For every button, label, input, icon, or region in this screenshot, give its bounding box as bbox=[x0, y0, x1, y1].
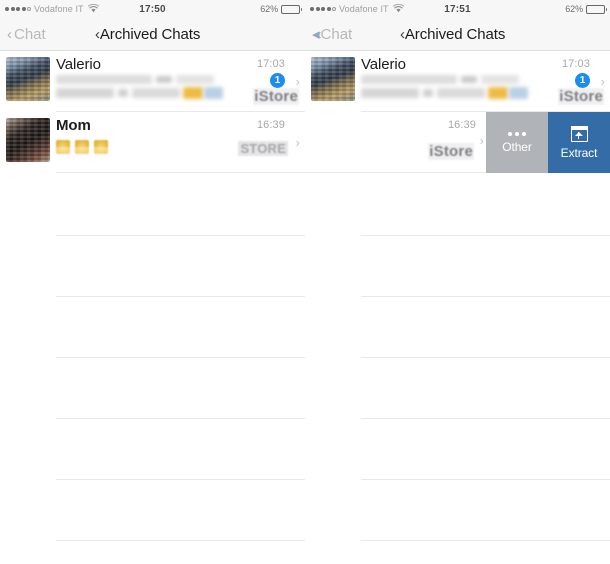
chat-row-valerio[interactable]: Valerio 17:03 1 › iStore bbox=[305, 51, 610, 112]
archived-chats-list-left[interactable]: Valerio 17:03 1 › iStore Mom 16:39 › STO… bbox=[0, 51, 305, 564]
list-separator bbox=[361, 540, 610, 541]
unarchive-box-icon bbox=[570, 126, 588, 142]
message-preview-emoji bbox=[56, 140, 108, 154]
other-action-button[interactable]: Other bbox=[486, 112, 548, 173]
chevron-left-double-icon: ◂‹ bbox=[312, 25, 321, 43]
unread-badge: 1 bbox=[575, 73, 590, 88]
signal-strength-icon bbox=[5, 7, 31, 11]
back-button-label: Chat bbox=[320, 25, 353, 43]
chat-row-mom[interactable]: Mom 16:39 › STORE bbox=[0, 112, 305, 173]
carrier-label: Vodafone IT bbox=[339, 4, 389, 14]
list-separator bbox=[361, 235, 610, 236]
nav-bar-right: ◂‹ Chat ‹Archived Chats bbox=[305, 18, 610, 51]
list-separator bbox=[361, 357, 610, 358]
chat-row-content: Valerio 17:03 1 › iStore bbox=[56, 51, 305, 112]
watermark: STORE bbox=[238, 141, 288, 156]
chat-timestamp: 16:39 bbox=[256, 119, 285, 131]
list-separator bbox=[56, 296, 305, 297]
chat-timestamp: 16:39 bbox=[447, 119, 476, 131]
screen-right: Vodafone IT 17:51 62% ◂‹ Chat ‹Archived … bbox=[305, 0, 610, 564]
page-title-label: Archived Chats bbox=[404, 25, 506, 43]
page-title: ‹Archived Chats bbox=[400, 26, 505, 43]
chevron-right-icon: › bbox=[479, 133, 484, 148]
status-bar-right-group: 62% bbox=[260, 4, 302, 14]
chevron-right-icon: › bbox=[295, 135, 300, 150]
back-button[interactable]: ◂‹ Chat bbox=[305, 26, 352, 43]
chevron-right-icon: › bbox=[600, 74, 605, 89]
other-action-label: Other bbox=[502, 140, 532, 154]
battery-percent-label: 62% bbox=[565, 4, 583, 14]
avatar bbox=[6, 57, 50, 101]
list-separator bbox=[361, 296, 610, 297]
status-bar-right-group: 62% bbox=[565, 4, 607, 14]
status-bar-right: Vodafone IT 17:51 62% bbox=[305, 0, 610, 18]
back-button[interactable]: ‹ Chat bbox=[0, 26, 46, 43]
status-bar-left: Vodafone IT 17:50 62% bbox=[0, 0, 305, 18]
unread-badge: 1 bbox=[270, 73, 285, 88]
chat-timestamp: 17:03 bbox=[256, 58, 285, 70]
swipe-action-group: Other Extract bbox=[486, 112, 610, 173]
ellipsis-icon bbox=[508, 132, 526, 136]
status-bar-left-group: Vodafone IT bbox=[310, 3, 404, 15]
watermark: iStore bbox=[428, 143, 474, 160]
chat-row-content: Valerio 17:03 1 › iStore bbox=[361, 51, 610, 112]
chat-name: Valerio bbox=[361, 56, 406, 73]
battery-percent-label: 62% bbox=[260, 4, 278, 14]
chevron-left-icon: ‹ bbox=[7, 25, 12, 43]
screen-left: Vodafone IT 17:50 62% ‹ Chat ‹Archived C… bbox=[0, 0, 305, 564]
watermark: iStore bbox=[558, 88, 604, 105]
message-preview-blurred bbox=[56, 75, 223, 105]
chat-timestamp: 17:03 bbox=[561, 58, 590, 70]
message-preview-blurred bbox=[361, 75, 528, 105]
extract-action-button[interactable]: Extract bbox=[548, 112, 610, 173]
list-separator bbox=[56, 540, 305, 541]
nav-bar-left: ‹ Chat ‹Archived Chats bbox=[0, 18, 305, 51]
avatar bbox=[311, 57, 355, 101]
chat-name: Mom bbox=[56, 117, 91, 134]
chat-row-content: Mom 16:39 › STORE bbox=[56, 112, 305, 173]
list-separator bbox=[56, 357, 305, 358]
status-bar-left-group: Vodafone IT bbox=[5, 3, 99, 15]
chevron-right-icon: › bbox=[295, 74, 300, 89]
list-separator bbox=[56, 418, 305, 419]
battery-icon bbox=[281, 4, 302, 14]
page-title-label: Archived Chats bbox=[99, 25, 201, 43]
list-separator bbox=[361, 479, 610, 480]
list-separator bbox=[56, 235, 305, 236]
chat-name: Valerio bbox=[56, 56, 101, 73]
extract-action-label: Extract bbox=[560, 146, 598, 160]
back-button-label: Chat bbox=[14, 25, 46, 43]
wifi-icon bbox=[392, 3, 404, 15]
carrier-label: Vodafone IT bbox=[34, 4, 84, 14]
dual-screenshot-container: Vodafone IT 17:50 62% ‹ Chat ‹Archived C… bbox=[0, 0, 610, 564]
list-separator bbox=[56, 479, 305, 480]
list-separator bbox=[361, 418, 610, 419]
chat-row-valerio[interactable]: Valerio 17:03 1 › iStore bbox=[0, 51, 305, 112]
signal-strength-icon bbox=[310, 7, 336, 11]
wifi-icon bbox=[87, 3, 99, 15]
chat-row-swiped[interactable]: 16:39 › iStore Other Extract bbox=[305, 112, 610, 173]
archived-chats-list-right[interactable]: Valerio 17:03 1 › iStore 16:39 › iStore … bbox=[305, 51, 610, 564]
battery-icon bbox=[586, 4, 607, 14]
page-title: ‹Archived Chats bbox=[95, 26, 200, 43]
watermark: iStore bbox=[253, 88, 299, 105]
avatar bbox=[6, 118, 50, 162]
